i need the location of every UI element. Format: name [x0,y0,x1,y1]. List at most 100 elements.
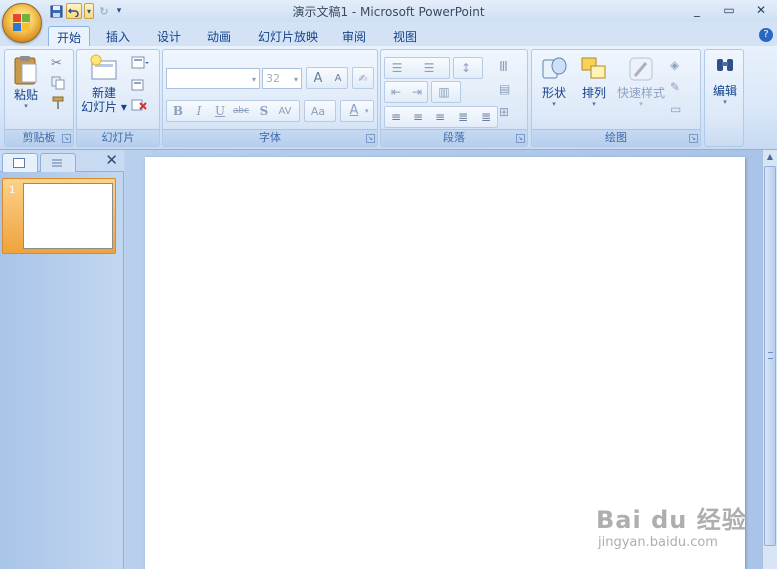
new-slide-icon [90,54,117,80]
watermark-url: jingyan.baidu.com [598,535,718,550]
copy-icon[interactable] [51,76,67,92]
case-group: Aa [304,100,336,122]
font-size-combo[interactable]: 32 ▾ [262,68,302,89]
slide-number: 1 [9,185,16,196]
close-button[interactable]: ✕ [745,0,777,20]
font-style-group: B I U abc S AV [166,100,300,122]
baidu-watermark: Bai du 经验 jingyan.baidu.com [596,500,747,550]
arrange-icon [581,57,606,79]
shape-effects-icon[interactable]: ▭ [670,102,686,118]
align-right-icon[interactable]: ≡ [430,107,450,127]
decrease-indent-icon[interactable]: ⇤ [386,82,406,102]
maximize-button[interactable]: ▭ [713,0,745,20]
format-painter-icon[interactable] [51,96,67,112]
strikethrough-button[interactable]: abc [231,101,251,121]
align-center-icon[interactable]: ≡ [408,107,428,127]
underline-button[interactable]: U [210,101,230,121]
arrange-label: 排列 [581,86,606,100]
justify-icon[interactable]: ≣ [453,107,473,127]
ribbon-tabs: 开始 插入 设计 动画 幻灯片放映 审阅 视图 ? [0,22,777,47]
align-left-icon[interactable]: ≡ [386,107,406,127]
clear-formatting-icon[interactable]: ✍ [353,68,373,88]
clipboard-launcher-icon[interactable]: ↘ [62,134,71,143]
bullets-icon[interactable]: ☰ [387,58,407,78]
change-case-button[interactable]: Aa [308,101,328,121]
help-icon[interactable]: ? [759,28,773,42]
columns-icon[interactable]: ▥ [434,82,454,102]
font-color-dropdown-icon[interactable]: ▾ [365,107,369,115]
layout-icon[interactable] [131,56,149,72]
arrange-button[interactable]: 排列 ▾ [576,54,612,108]
shape-fill-icon[interactable]: ◈ [670,58,686,74]
office-logo-icon [13,14,31,32]
distribute-icon[interactable]: ≣ [476,107,496,127]
clipboard-group-label: 剪贴板 ↘ [5,129,73,146]
tab-home[interactable]: 开始 [48,26,90,47]
tab-animation[interactable]: 动画 [198,26,240,46]
quick-styles-dropdown-icon[interactable]: ▾ [639,100,643,108]
scroll-thumb[interactable] [764,166,776,546]
cut-icon[interactable]: ✂ [51,56,67,72]
slide-thumbnail[interactable] [23,183,113,249]
new-slide-button[interactable]: 新建 幻灯片 ▾ [81,54,127,114]
tab-outline[interactable] [40,153,76,172]
new-slide-label-1: 新建 [91,86,116,100]
shrink-font-button[interactable]: A [328,68,348,88]
shapes-dropdown-icon[interactable]: ▾ [552,100,556,108]
binoculars-icon [717,59,733,71]
font-family-combo[interactable]: ▾ [166,68,260,89]
window-title: 演示文稿1 - Microsoft PowerPoint [292,5,485,19]
office-button[interactable] [2,3,42,43]
tab-design[interactable]: 设计 [148,26,190,46]
character-spacing-button[interactable]: AV [275,101,295,121]
paste-dropdown-icon[interactable]: ▾ [24,102,28,110]
smartart-icon[interactable]: ⊞ [499,105,515,121]
quick-styles-label: 快速样式 [616,86,665,100]
tab-insert[interactable]: 插入 [98,26,138,46]
shapes-icon [542,57,567,79]
reset-icon[interactable] [131,78,147,94]
text-direction-icon[interactable]: Ⅲ [499,60,515,76]
title-bar: ▾ ↻ ▾ 演示文稿1 - Microsoft PowerPoint _ ▭ ✕ [0,0,777,22]
line-spacing-icon[interactable]: ↕ [456,58,476,78]
watermark-main: Bai du 经验 [596,506,747,534]
shape-outline-icon[interactable]: ✎ [670,80,686,96]
arrange-dropdown-icon[interactable]: ▾ [592,100,596,108]
tab-review[interactable]: 审阅 [334,26,374,46]
shadow-button[interactable]: S [254,101,274,121]
close-pane-icon[interactable]: ✕ [105,151,118,169]
editing-dropdown-icon[interactable]: ▾ [723,98,727,106]
delete-slide-icon[interactable] [131,98,147,114]
font-group: ▾ 32 ▾ A A ✍ B I U abc S AV Aa A ▾ 字体 ↘ [162,49,378,147]
font-family-dropdown-icon[interactable]: ▾ [252,75,256,84]
font-color-button[interactable]: A [344,100,364,120]
paste-label: 粘贴 [13,88,38,102]
paste-button[interactable]: 粘贴 ▾ [9,54,43,110]
quick-styles-icon [629,57,653,81]
numbering-icon[interactable]: ☰ [419,58,439,78]
bold-button[interactable]: B [168,101,188,121]
tab-slides[interactable] [2,153,38,172]
increase-indent-icon[interactable]: ⇥ [407,82,427,102]
font-launcher-icon[interactable]: ↘ [366,134,375,143]
alignment-group: ≡ ≡ ≡ ≣ ≣ [384,106,498,128]
tab-slideshow[interactable]: 幻灯片放映 [252,26,324,46]
vertical-scrollbar[interactable]: ▲ [762,150,777,569]
outline-tab-icon [52,159,62,167]
font-size-dropdown-icon[interactable]: ▾ [294,75,298,84]
grow-font-button[interactable]: A [308,68,328,88]
italic-button[interactable]: I [189,101,209,121]
editing-button[interactable]: 编辑 ▾ [708,54,742,106]
shapes-button[interactable]: 形状 ▾ [536,54,572,108]
drawing-launcher-icon[interactable]: ↘ [689,134,698,143]
font-resize-group: A A [306,67,348,89]
slide-thumbnail-selected[interactable]: 1 [2,178,116,254]
tab-view[interactable]: 视图 [384,26,426,46]
minimize-button[interactable]: _ [681,0,713,20]
align-text-icon[interactable]: ▤ [499,82,515,98]
paragraph-launcher-icon[interactable]: ↘ [516,134,525,143]
quick-styles-button[interactable]: 快速样式 ▾ [616,54,666,108]
scroll-up-icon[interactable]: ▲ [763,150,777,164]
line-spacing-group: ↕ [453,57,483,79]
clipboard-group: 粘贴 ▾ ✂ 剪贴板 ↘ [4,49,74,147]
